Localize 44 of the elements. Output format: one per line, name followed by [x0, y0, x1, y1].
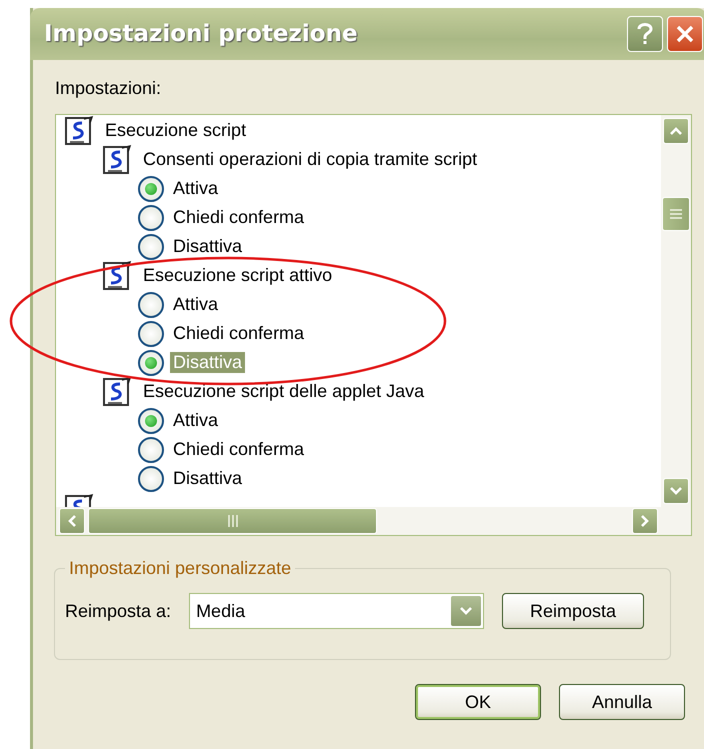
level-dropdown[interactable]: Media: [189, 593, 484, 629]
dialog-button[interactable]: Annulla: [559, 684, 685, 720]
reset-button[interactable]: Reimposta: [502, 593, 644, 629]
radio-button[interactable]: [138, 350, 164, 376]
scrollbar-thumb[interactable]: [88, 508, 377, 534]
radio-button[interactable]: [138, 436, 164, 462]
settings-label: Impostazioni:: [55, 78, 162, 100]
radio-button[interactable]: [138, 292, 164, 318]
scrollbar-thumb[interactable]: [662, 197, 690, 232]
help-icon: [637, 22, 653, 46]
reset-label: Reimposta a:: [65, 600, 172, 622]
radio-label[interactable]: Attiva: [170, 410, 222, 431]
radio-button[interactable]: [138, 234, 164, 260]
radio-label[interactable]: Chiedi conferma: [170, 439, 308, 460]
radio-button[interactable]: [138, 320, 164, 346]
radio-button[interactable]: [138, 408, 164, 434]
window-title: Impostazioni protezione: [44, 21, 359, 47]
scroll-left-button[interactable]: [59, 508, 85, 534]
close-button[interactable]: [667, 16, 703, 52]
tree-item[interactable]: Consenti operazioni di copia tramite script: [140, 149, 480, 170]
radio-label[interactable]: Disattiva: [170, 236, 246, 257]
radio-label[interactable]: Attiva: [170, 178, 222, 199]
grip-icon: [670, 209, 682, 220]
tree-item[interactable]: Esecuzione script attivo: [140, 265, 336, 286]
scroll-right-button[interactable]: [632, 508, 658, 534]
radio-button[interactable]: [138, 466, 164, 492]
scroll-down-button[interactable]: [663, 478, 689, 504]
radio-label[interactable]: Chiedi conferma: [170, 207, 308, 228]
tree-item[interactable]: Esecuzione script delle applet Java: [140, 381, 428, 402]
scroll-up-button[interactable]: [663, 118, 689, 144]
radio-label[interactable]: Disattiva: [170, 468, 246, 489]
radio-label[interactable]: Chiedi conferma: [170, 323, 308, 344]
script-icon: [102, 260, 134, 292]
tree-item[interactable]: Esecuzione script: [102, 120, 250, 141]
grip-icon: [228, 515, 238, 527]
help-button[interactable]: [627, 16, 663, 52]
dialog-button[interactable]: OK: [415, 684, 541, 720]
close-icon: [675, 24, 695, 44]
radio-label[interactable]: Attiva: [170, 294, 222, 315]
radio-button[interactable]: [138, 204, 164, 230]
script-icon: [64, 493, 96, 507]
group-legend: Impostazioni personalizzate: [65, 558, 296, 579]
script-icon: [102, 144, 134, 176]
radio-button[interactable]: [138, 176, 164, 202]
